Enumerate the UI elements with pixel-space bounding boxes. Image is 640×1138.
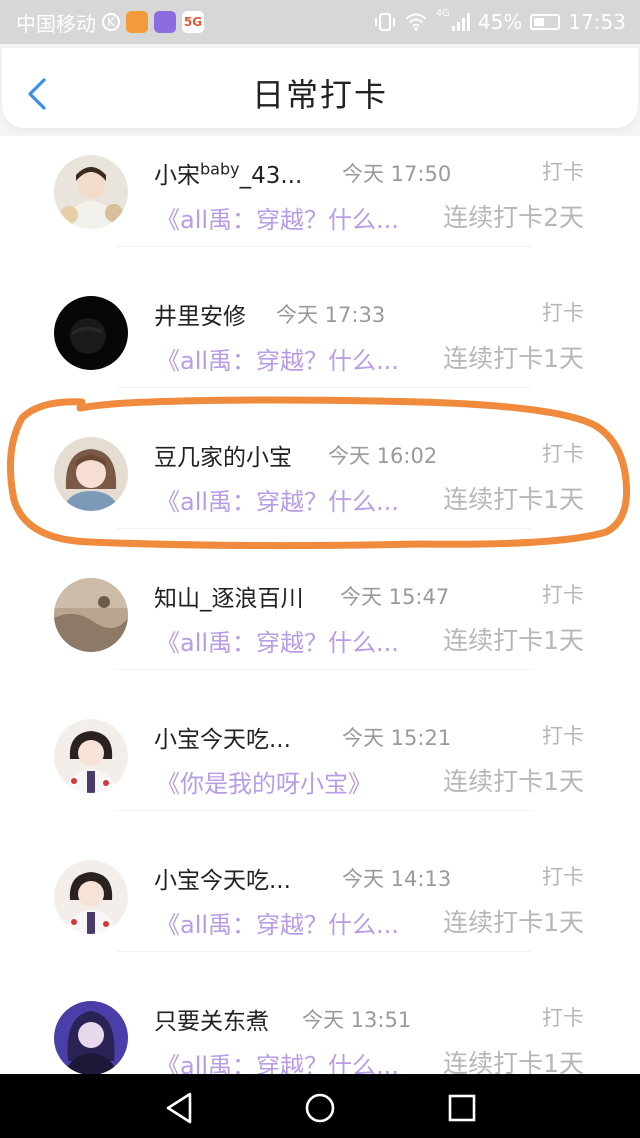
checkin-time: 今天 17:33 — [276, 303, 386, 327]
book-title-link[interactable]: 《all禹：穿越？什么... — [156, 482, 399, 517]
divider — [116, 246, 532, 247]
checkin-time: 今天 15:47 — [340, 585, 450, 609]
list-item[interactable]: 豆几家的小宝 今天 16:02 打卡 《all禹：穿越？什么... 连续打卡1天 — [0, 418, 640, 559]
triangle-back-icon — [166, 1092, 192, 1124]
avatar[interactable] — [54, 578, 128, 652]
cell-badge: 4G — [435, 8, 450, 19]
divider — [116, 669, 532, 670]
checkin-list: 小宋baby_43... 今天 17:50 打卡 《all禹：穿越？什么... … — [0, 136, 640, 1123]
clock: 17:53 — [568, 10, 626, 34]
5g-app-icon: 5G — [182, 11, 204, 33]
checkin-label: 打卡 — [542, 301, 584, 325]
list-item[interactable]: 知山_逐浪百川 今天 15:47 打卡 《all禹：穿越？什么... 连续打卡1… — [0, 559, 640, 700]
streak-count: 连续打卡1天 — [443, 908, 584, 937]
avatar[interactable] — [54, 155, 128, 229]
avatar[interactable] — [54, 1001, 128, 1075]
avatar[interactable] — [54, 860, 128, 934]
video-app-icon — [126, 11, 148, 33]
avatar[interactable] — [54, 296, 128, 370]
nav-back-button[interactable] — [160, 1088, 200, 1128]
status-right: 4G 45% 17:53 — [374, 0, 626, 44]
streak-count: 连续打卡2天 — [443, 203, 584, 232]
user-name[interactable]: 只要关东煮 — [154, 1002, 269, 1036]
carrier-label: 中国移动 — [16, 11, 96, 36]
book-title-link[interactable]: 《all禹：穿越？什么... — [156, 905, 399, 940]
book-title-link[interactable]: 《all禹：穿越？什么... — [156, 341, 399, 376]
checkin-label: 打卡 — [542, 160, 584, 184]
streak-count: 连续打卡1天 — [443, 767, 584, 796]
user-name[interactable]: 知山_逐浪百川 — [154, 579, 304, 613]
checkin-time: 今天 15:21 — [342, 726, 452, 750]
streak-count: 连续打卡1天 — [443, 626, 584, 655]
header: 日常打卡 — [0, 44, 640, 136]
battery-percent: 45% — [477, 10, 523, 34]
checkin-label: 打卡 — [542, 1006, 584, 1030]
divider — [116, 528, 532, 529]
signal-icon — [451, 13, 470, 31]
book-title-link[interactable]: 《all禹：穿越？什么... — [156, 200, 399, 235]
checkin-label: 打卡 — [542, 724, 584, 748]
header-card: 日常打卡 — [2, 48, 638, 128]
checkin-label: 打卡 — [542, 442, 584, 466]
list-item[interactable]: 小宝今天吃... 今天 15:21 打卡 《你是我的呀小宝》 连续打卡1天 — [0, 700, 640, 841]
page-title: 日常打卡 — [251, 76, 388, 114]
list-item[interactable]: 小宋baby_43... 今天 17:50 打卡 《all禹：穿越？什么... … — [0, 136, 640, 277]
square-recents-icon — [448, 1094, 476, 1122]
user-name[interactable]: 小宋baby_43... — [154, 156, 302, 190]
user-name[interactable]: 小宝今天吃... — [154, 720, 291, 754]
streak-count: 连续打卡1天 — [443, 344, 584, 373]
divider — [116, 387, 532, 388]
nav-recents-button[interactable] — [442, 1088, 482, 1128]
status-bar: 中国移动 K 5G 4G 45% 17:53 — [0, 0, 640, 44]
user-name[interactable]: 井里安修 — [154, 297, 246, 331]
circle-home-icon — [305, 1093, 335, 1123]
divider — [116, 951, 532, 952]
checkin-time: 今天 14:13 — [342, 867, 452, 891]
avatar[interactable] — [54, 437, 128, 511]
checkin-label: 打卡 — [542, 865, 584, 889]
avatar[interactable] — [54, 719, 128, 793]
k-icon: K — [102, 13, 120, 31]
list-item[interactable]: 小宝今天吃... 今天 14:13 打卡 《all禹：穿越？什么... 连续打卡… — [0, 841, 640, 982]
status-left: 中国移动 K 5G — [16, 0, 204, 44]
battery-icon — [530, 14, 561, 30]
book-title-link[interactable]: 《all禹：穿越？什么... — [156, 623, 399, 658]
checkin-label: 打卡 — [542, 583, 584, 607]
checkin-time: 今天 13:51 — [302, 1008, 412, 1032]
user-name[interactable]: 豆几家的小宝 — [154, 438, 292, 472]
list-item[interactable]: 井里安修 今天 17:33 打卡 《all禹：穿越？什么... 连续打卡1天 — [0, 277, 640, 418]
wifi-icon — [405, 13, 427, 31]
nav-home-button[interactable] — [300, 1088, 340, 1128]
system-nav-bar — [0, 1074, 640, 1138]
checkin-time: 今天 16:02 — [328, 444, 438, 468]
checkin-time: 今天 17:50 — [342, 162, 452, 186]
vibrate-icon — [374, 13, 395, 31]
divider — [116, 810, 532, 811]
book-title-link[interactable]: 《你是我的呀小宝》 — [156, 764, 372, 799]
browser-app-icon — [154, 11, 176, 33]
streak-count: 连续打卡1天 — [443, 485, 584, 514]
user-name[interactable]: 小宝今天吃... — [154, 861, 291, 895]
